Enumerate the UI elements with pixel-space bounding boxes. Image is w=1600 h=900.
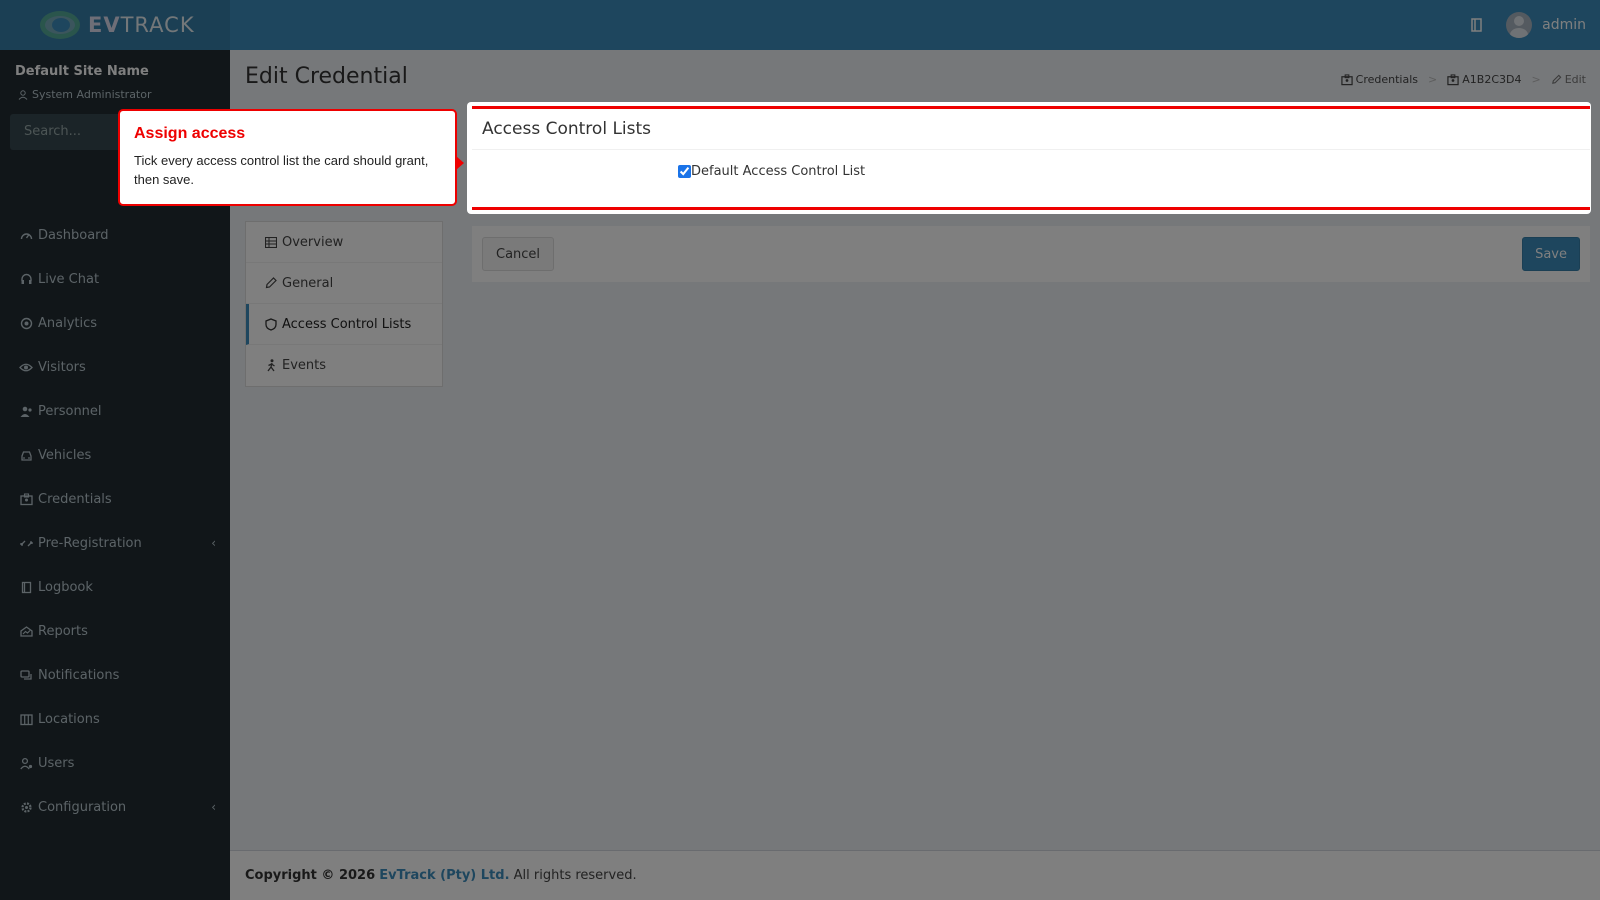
acl-option-default[interactable]: Default Access Control List — [678, 164, 865, 179]
divider — [472, 149, 1590, 150]
tour-tooltip-body: Tick every access control list the card … — [134, 153, 429, 187]
tour-tooltip-title: Assign access — [134, 125, 246, 142]
tour-tooltip-arrow — [456, 156, 464, 170]
acl-option-label: Default Access Control List — [691, 164, 866, 179]
acl-checkbox-default[interactable] — [678, 165, 691, 178]
tour-tooltip: Assign access Tick every access control … — [118, 109, 464, 206]
tour-highlight-acl-panel: Access Control Lists Default Access Cont… — [472, 106, 1590, 210]
acl-panel-title: Access Control Lists — [482, 119, 652, 139]
